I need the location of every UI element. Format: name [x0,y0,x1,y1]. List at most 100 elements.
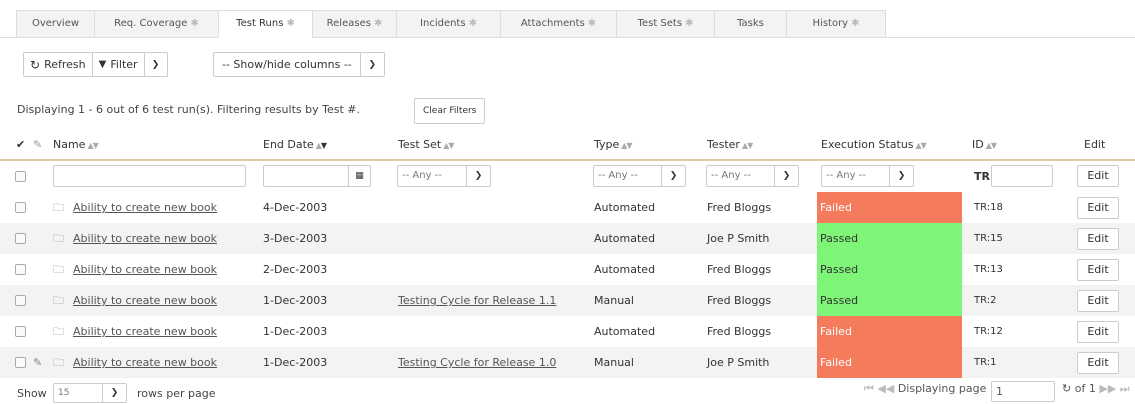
test-run-name-link[interactable]: Ability to create new book [73,316,217,347]
column-header-end-date[interactable]: End Date ▲▼ [263,131,327,159]
test-run-name-link[interactable]: Ability to create new book [73,347,217,378]
id-filter-input[interactable] [991,165,1053,187]
tab-test-sets[interactable]: Test Sets ✱ [616,10,714,38]
tab-attachments[interactable]: Attachments ✱ [500,10,616,38]
edit-button[interactable]: Edit [1077,228,1119,250]
tab-label: History [812,18,849,29]
test-run-name-link[interactable]: Ability to create new book [73,223,217,254]
filter-label: Filter [110,57,138,71]
column-header-name[interactable]: Name ▲▼ [53,131,99,159]
tab-overview[interactable]: Overview [16,10,94,38]
type-cell: Manual [594,356,634,369]
attachment-header-icon: ✎ [33,138,43,151]
edit-button[interactable]: Edit [1077,321,1119,343]
row-checkbox[interactable] [15,202,26,213]
edit-button[interactable]: Edit [1077,290,1119,312]
page-size-control: Show [17,387,47,400]
table-row: 🗀 Ability to create new book 1-Dec-2003 Aut… [0,316,1135,347]
refresh-button[interactable]: ↻ Refresh [24,53,92,76]
id-filter-prefix: TR [974,170,990,183]
tab-incidents[interactable]: Incidents ✱ [396,10,500,38]
id-cell: TR:15 [974,233,1003,244]
tab-tasks[interactable]: Tasks [714,10,786,38]
sort-icon[interactable]: ▲▼ [986,141,997,150]
row-checkbox[interactable] [15,233,26,244]
column-header-test-set[interactable]: Test Set ▲▼ [398,131,455,159]
type-filter-select[interactable]: -- Any -- ❯ [593,165,686,187]
sort-icon[interactable]: ▲▼ [621,141,632,150]
row-checkbox[interactable] [15,326,26,337]
column-header-execution-status[interactable]: Execution Status ▲▼ [821,131,927,159]
test-run-name-link[interactable]: Ability to create new book [73,192,217,223]
filter-dropdown-button[interactable]: ❯ [143,53,167,76]
tester-cell: Joe P Smith [707,356,770,369]
name-filter-input[interactable] [53,165,246,187]
test-run-icon: 🗀 [53,263,64,276]
test-set-filter-select[interactable]: -- Any -- ❯ [397,165,491,187]
type-cell: Automated [594,201,656,214]
show-hide-columns-select[interactable]: -- Show/hide columns -- ❯ [213,52,385,77]
tab-test-runs[interactable]: Test Runs ✱ [218,10,312,38]
column-header-tester[interactable]: Tester ▲▼ [707,131,753,159]
table-row: 🗀 Ability to create new book 1-Dec-2003 Tes… [0,285,1135,316]
calendar-icon[interactable]: ▦ [348,166,370,186]
previous-page-icon[interactable]: ◀◀ [877,382,894,395]
test-run-name-link[interactable]: Ability to create new book [73,285,217,316]
page-size-value: 15 [58,388,70,398]
show-label: Show [17,387,47,400]
sort-icon[interactable]: ▲▼ [443,141,454,150]
end-date-cell: 1-Dec-2003 [263,325,328,338]
end-date-filter-input[interactable]: ▦ [263,165,371,187]
current-page-input[interactable]: 1 [991,381,1055,402]
filter-button[interactable]: ▼ Filter [91,53,144,76]
sort-icon[interactable]: ▲▼ [916,141,927,150]
filter-edit-button[interactable]: Edit [1077,165,1119,187]
attachment-icon[interactable]: ✎ [33,347,42,378]
select-all-header[interactable]: ✔ [16,131,25,159]
next-page-icon[interactable]: ▶▶ [1099,382,1116,395]
test-set-link[interactable]: Testing Cycle for Release 1.1 [398,285,556,316]
column-header-type[interactable]: Type ▲▼ [594,131,633,159]
filter-icon: ▼ [98,58,107,70]
column-header-id[interactable]: ID ▲▼ [972,131,997,159]
tester-cell: Fred Bloggs [707,263,772,276]
sort-icon[interactable]: ▲▼ [742,141,753,150]
chevron-down-icon: ❯ [661,166,685,186]
column-header-label: Name [53,138,86,151]
execution-status-filter-select[interactable]: -- Any -- ❯ [821,165,914,187]
execution-status-cell: Failed [817,347,962,378]
edit-button[interactable]: Edit [1077,197,1119,219]
edit-button[interactable]: Edit [1077,259,1119,281]
type-filter-value: -- Any -- [598,170,638,181]
tab-label: Incidents [420,18,466,29]
sort-icon[interactable]: ▲▼ [316,141,327,150]
star-icon: ✱ [373,18,383,29]
test-run-name-link[interactable]: Ability to create new book [73,254,217,285]
tab-releases[interactable]: Releases ✱ [312,10,396,38]
execution-status-filter-value: -- Any -- [826,170,866,181]
row-checkbox[interactable] [15,264,26,275]
clear-filters-button[interactable]: Clear Filters [414,98,486,124]
tester-filter-select[interactable]: -- Any -- ❯ [706,165,799,187]
tab-label: Overview [31,18,80,29]
execution-status-cell: Passed [817,223,962,254]
row-checkbox[interactable] [15,357,26,368]
filter-row-checkbox[interactable] [15,171,26,182]
tab-req-coverage[interactable]: Req. Coverage ✱ [94,10,218,38]
row-checkbox[interactable] [15,295,26,306]
sort-icon[interactable]: ▲▼ [87,141,98,150]
execution-status-cell: Failed [817,316,962,347]
tab-label: Test Runs [236,18,284,29]
edit-button[interactable]: Edit [1077,352,1119,374]
table-row: 🗀 Ability to create new book 3-Dec-2003 Aut… [0,223,1135,254]
execution-status-cell: Passed [817,254,962,285]
tab-history[interactable]: History ✱ [786,10,886,38]
column-header-label: Type [594,138,620,151]
test-run-icon: 🗀 [53,294,64,307]
table-row: ✎ 🗀 Ability to create new book 1-Dec-2003 Te… [0,347,1135,378]
refresh-icon[interactable]: ↻ [1062,382,1071,395]
test-set-link[interactable]: Testing Cycle for Release 1.0 [398,347,556,378]
last-page-icon[interactable]: ⏭ [1120,382,1130,395]
first-page-icon[interactable]: ⏮ [864,382,874,395]
page-size-select[interactable]: 15 ❯ [53,383,127,403]
